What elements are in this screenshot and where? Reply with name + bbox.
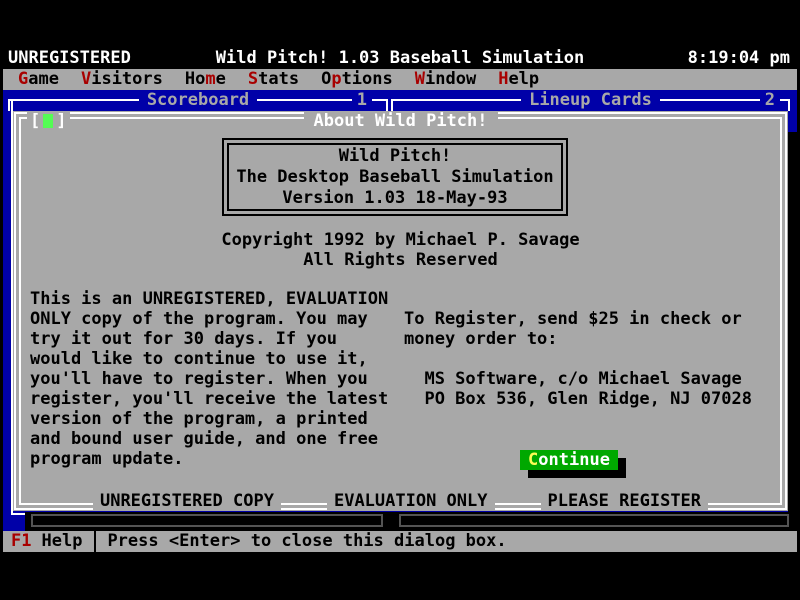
shadowed-window-border	[399, 514, 789, 527]
close-icon	[43, 114, 53, 128]
menu-item-help[interactable]: Help	[498, 69, 539, 90]
status-divider	[94, 531, 96, 552]
clock: 8:19:04 pm	[688, 48, 790, 69]
dialog-shadow	[25, 512, 800, 531]
menu-hotkey: V	[81, 69, 91, 89]
menu-label-text: ame	[28, 69, 59, 89]
menu-item-game[interactable]: Game	[18, 69, 59, 90]
footer-label-evaluation: EVALUATION ONLY	[327, 491, 495, 511]
window-border-corner	[391, 99, 393, 111]
product-version: Version 1.03 18-May-93	[282, 188, 507, 209]
window-border-corner	[788, 99, 790, 111]
status-message: Press <Enter> to close this dialog box.	[107, 531, 506, 552]
window-border-corner	[386, 99, 388, 111]
menu-hotkey: G	[18, 69, 28, 89]
evaluation-notice-text: This is an UNREGISTERED, EVALUATION ONLY…	[30, 289, 388, 469]
dos-screen: UNREGISTERED Wild Pitch! 1.03 Baseball S…	[0, 0, 800, 600]
footer-label-register: PLEASE REGISTER	[541, 491, 709, 511]
window-scoreboard-header[interactable]: Scoreboard 1	[8, 90, 388, 111]
window-lineup-cards-header[interactable]: Lineup Cards 2	[391, 90, 790, 111]
continue-label: ontinue	[538, 450, 610, 470]
continue-hotkey: C	[528, 450, 538, 470]
menu-label-text: e	[216, 69, 226, 89]
f1-key-hint: F1	[11, 531, 31, 552]
product-name: Wild Pitch!	[339, 146, 452, 167]
menu-bar: Game Visitors Home Stats Options Window Help	[3, 69, 797, 90]
window-number: 1	[352, 90, 372, 111]
menu-hotkey: S	[248, 69, 258, 89]
menu-hotkey: W	[415, 69, 425, 89]
shadowed-window-border	[31, 514, 383, 527]
menu-item-options[interactable]: Options	[321, 69, 393, 90]
menu-hotkey: H	[498, 69, 508, 89]
title-bar: UNREGISTERED Wild Pitch! 1.03 Baseball S…	[3, 48, 797, 69]
f1-key-label: Help	[41, 531, 82, 552]
copyright-text: Copyright 1992 by Michael P. Savage All …	[13, 230, 788, 270]
menu-item-visitors[interactable]: Visitors	[81, 69, 163, 90]
about-dialog: [] About Wild Pitch! Wild Pitch! The Des…	[13, 111, 788, 511]
app-title: Wild Pitch! 1.03 Baseball Simulation	[3, 48, 797, 69]
close-button[interactable]: []	[27, 111, 70, 131]
menu-item-home[interactable]: Home	[185, 69, 226, 90]
menu-item-window[interactable]: Window	[415, 69, 476, 90]
dialog-title: About Wild Pitch!	[304, 111, 498, 131]
menu-label-text: elp	[508, 69, 539, 89]
dialog-footer: UNREGISTERED COPY EVALUATION ONLY PLEASE…	[13, 491, 788, 511]
menu-label-text: O	[321, 69, 331, 89]
version-box-inner: Wild Pitch! The Desktop Baseball Simulat…	[227, 143, 563, 211]
registration-address-text: To Register, send $25 in check or money …	[404, 309, 752, 409]
window-border	[8, 99, 388, 101]
window-border-corner	[8, 99, 10, 111]
menu-label-text: isitors	[91, 69, 163, 89]
menu-label-text: tions	[342, 69, 393, 89]
window-number: 2	[760, 90, 780, 111]
menu-hotkey: m	[205, 69, 215, 89]
product-subtitle: The Desktop Baseball Simulation	[236, 167, 553, 188]
menu-hotkey: p	[331, 69, 341, 89]
window-border	[391, 99, 790, 101]
menu-item-stats[interactable]: Stats	[248, 69, 299, 90]
menu-label-text: Ho	[185, 69, 205, 89]
status-bar: F1 Help Press <Enter> to close this dial…	[3, 531, 797, 552]
menu-label-text: indow	[425, 69, 476, 89]
version-box: Wild Pitch! The Desktop Baseball Simulat…	[222, 138, 568, 216]
footer-label-unregistered: UNREGISTERED COPY	[93, 491, 281, 511]
menu-label-text: tats	[258, 69, 299, 89]
continue-button[interactable]: Continue	[520, 450, 618, 470]
